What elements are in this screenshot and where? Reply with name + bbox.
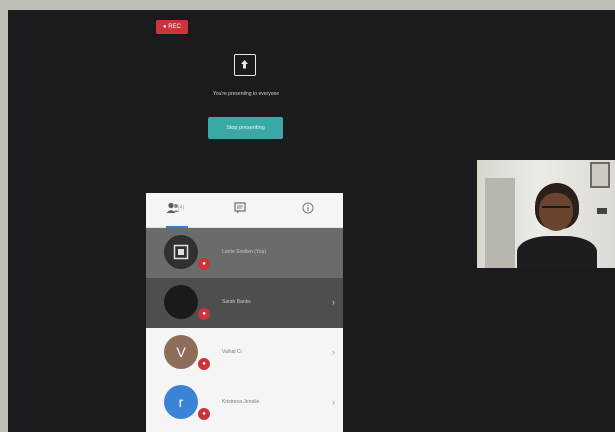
avatar (164, 285, 198, 319)
chat-icon (234, 202, 246, 214)
self-video-tile[interactable] (477, 160, 615, 268)
participant-row[interactable]: ● Sarah Banks › (146, 278, 343, 328)
participants-panel: (4) ● Lorrie Snellen (You) ● Sarah Banks… (146, 193, 343, 432)
participant-row[interactable]: V ● Valhal Ci › (146, 328, 343, 378)
stop-presenting-button[interactable]: Stop presenting (208, 117, 283, 139)
video-person-body (517, 236, 597, 268)
present-screen-icon (234, 54, 256, 76)
muted-mic-icon: ● (198, 358, 210, 370)
video-door (485, 178, 515, 268)
participant-name: Lorrie Snellen (You) (222, 249, 267, 255)
chevron-right-icon[interactable]: › (332, 297, 335, 307)
participant-row[interactable]: r ● Kristrena Jenelle › (146, 378, 343, 428)
participant-name: Kristrena Jenelle (222, 399, 260, 405)
people-count: (4) (178, 205, 185, 211)
chevron-right-icon[interactable]: › (332, 347, 335, 357)
avatar: V (164, 335, 198, 369)
avatar: r (164, 385, 198, 419)
muted-mic-icon: ● (198, 408, 210, 420)
muted-mic-icon: ● (198, 308, 210, 320)
meeting-screen: ● REC You're presenting to everyone Stop… (8, 10, 615, 432)
video-person-glasses (542, 206, 570, 215)
participant-name: Sarah Banks (222, 299, 251, 305)
video-light-switch (597, 208, 607, 214)
tab-info[interactable] (302, 201, 324, 219)
info-icon (302, 202, 314, 214)
participant-row[interactable]: ● Lorrie Snellen (You) (146, 228, 343, 278)
avatar (164, 235, 198, 269)
presenting-message: You're presenting to everyone (212, 91, 280, 97)
present-screen-icon (173, 244, 189, 260)
chevron-right-icon[interactable]: › (332, 397, 335, 407)
video-picture-frame (590, 162, 610, 188)
tab-chat[interactable] (234, 201, 256, 219)
participant-name: Valhal Ci (222, 349, 242, 355)
muted-mic-icon: ● (198, 258, 210, 270)
recording-indicator: ● REC (156, 20, 188, 34)
panel-tabs: (4) (146, 193, 343, 228)
tab-people[interactable]: (4) (166, 201, 188, 228)
